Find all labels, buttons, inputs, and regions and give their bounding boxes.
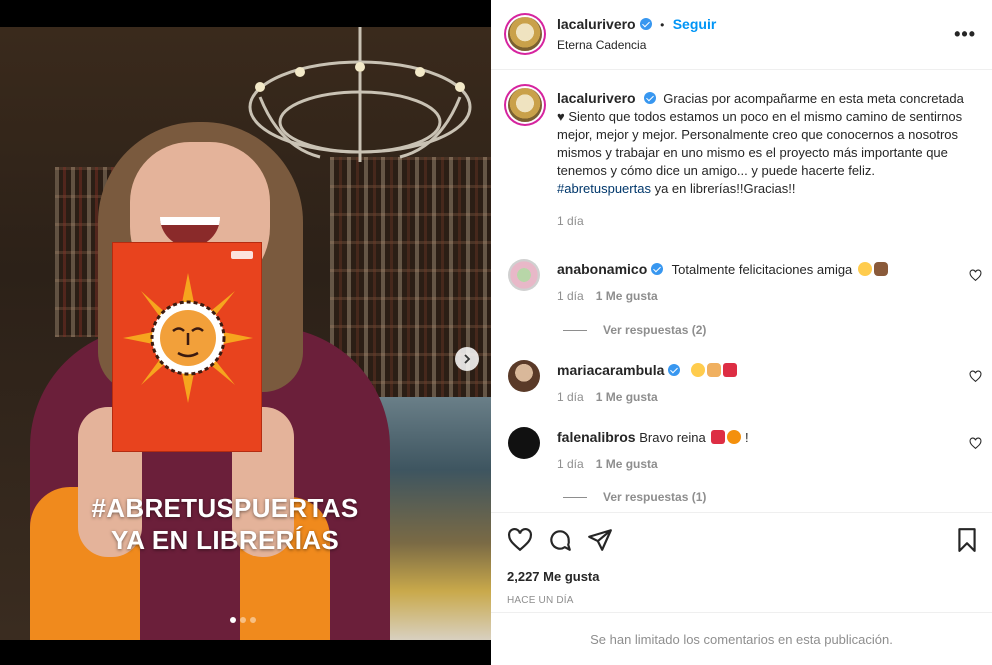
comment-item: falenalibros Bravo reina ! 1 día 1 Me gus… — [557, 428, 957, 473]
raising-hands-emoji-icon — [873, 262, 888, 276]
comment-avatar[interactable] — [508, 259, 540, 291]
verified-icon — [651, 263, 664, 275]
more-options-button[interactable]: ••• — [954, 24, 976, 45]
caption-time: 1 día — [557, 214, 584, 228]
view-replies-button[interactable]: Ver respuestas (2) — [563, 323, 706, 337]
comment-likes[interactable]: 1 Me gusta — [596, 289, 658, 303]
hashtag-link[interactable]: #abretuspuertas — [557, 181, 651, 196]
comment-time: 1 día — [557, 390, 584, 404]
carousel-dots — [230, 617, 256, 623]
verified-icon — [668, 364, 681, 376]
heart-eyes-emoji-icon — [691, 363, 706, 377]
raising-hands-emoji-icon — [707, 363, 722, 377]
verified-icon — [639, 18, 652, 30]
overlay-hashtag: #ABRETUSPUERTAS — [91, 493, 359, 523]
caption: lacalurivero Gracias por acompañarme en … — [557, 89, 967, 230]
header-username[interactable]: lacalurivero — [557, 16, 636, 32]
instagram-post: #ABRETUSPUERTAS YA EN LIBRERÍAS lacaluri… — [0, 0, 992, 665]
caption-text-end: ya en librerías!!Gracias!! — [654, 181, 796, 196]
post-panel: lacalurivero • Seguir Eterna Cadencia ••… — [491, 0, 992, 665]
fire-emoji-icon — [727, 430, 742, 444]
post-time: HACE UN DÍA — [507, 595, 574, 606]
share-icon[interactable] — [587, 527, 613, 553]
carousel-dot — [240, 617, 246, 623]
separator-dot: • — [660, 18, 665, 32]
publisher-logo — [231, 251, 253, 259]
follow-button[interactable]: Seguir — [673, 16, 717, 32]
book-cover — [112, 242, 262, 452]
comment-item: mariacarambula 1 día 1 Me gusta — [557, 361, 957, 406]
comment-text: Bravo reina — [639, 430, 706, 445]
comments-list: lacalurivero Gracias por acompañarme en … — [491, 71, 992, 511]
chevron-right-icon — [464, 354, 471, 364]
action-bar: 2,227 Me gusta HACE UN DÍA — [491, 512, 992, 612]
comment-avatar[interactable] — [508, 427, 540, 459]
comment-likes[interactable]: 1 Me gusta — [596, 457, 658, 471]
red-heart-emoji-icon — [711, 430, 726, 444]
carousel-dot — [250, 617, 256, 623]
comment-username[interactable]: falenalibros — [557, 429, 636, 445]
comment-avatar[interactable] — [508, 360, 540, 392]
comment-item: anabonamico Totalmente felicitaciones am… — [557, 260, 957, 305]
overlay-subtitle: YA EN LIBRERÍAS — [111, 525, 339, 555]
caption-avatar[interactable] — [508, 88, 542, 122]
verified-icon — [643, 92, 656, 104]
sun-illustration — [123, 273, 253, 403]
location-link[interactable]: Eterna Cadencia — [557, 38, 646, 52]
comment-time: 1 día — [557, 457, 584, 471]
like-comment-heart-icon[interactable] — [969, 370, 982, 383]
comment-icon[interactable] — [547, 527, 573, 553]
comment-username[interactable]: anabonamico — [557, 261, 647, 277]
avatar[interactable] — [508, 17, 542, 51]
comment-time: 1 día — [557, 289, 584, 303]
next-image-button[interactable] — [455, 347, 479, 371]
bookmark-icon[interactable] — [954, 527, 980, 553]
red-heart-emoji-icon — [723, 363, 738, 377]
view-replies-button[interactable]: Ver respuestas (1) — [563, 490, 706, 504]
post-header: lacalurivero • Seguir Eterna Cadencia ••… — [491, 0, 992, 70]
likes-count[interactable]: 2,227 Me gusta — [507, 569, 600, 584]
like-comment-heart-icon[interactable] — [969, 437, 982, 450]
comment-likes[interactable]: 1 Me gusta — [596, 390, 658, 404]
comment-username[interactable]: mariacarambula — [557, 362, 664, 378]
post-image[interactable]: #ABRETUSPUERTAS YA EN LIBRERÍAS — [0, 27, 491, 640]
caption-username[interactable]: lacalurivero — [557, 90, 636, 106]
comments-limited-notice: Se han limitado los comentarios en esta … — [491, 612, 992, 665]
carousel-dot — [230, 617, 236, 623]
like-comment-heart-icon[interactable] — [969, 269, 982, 282]
heart-icon[interactable] — [507, 527, 533, 553]
sunglasses-emoji-icon — [857, 262, 872, 276]
comment-text-suffix: ! — [744, 430, 749, 445]
comment-text: Totalmente felicitaciones amiga — [671, 262, 853, 277]
